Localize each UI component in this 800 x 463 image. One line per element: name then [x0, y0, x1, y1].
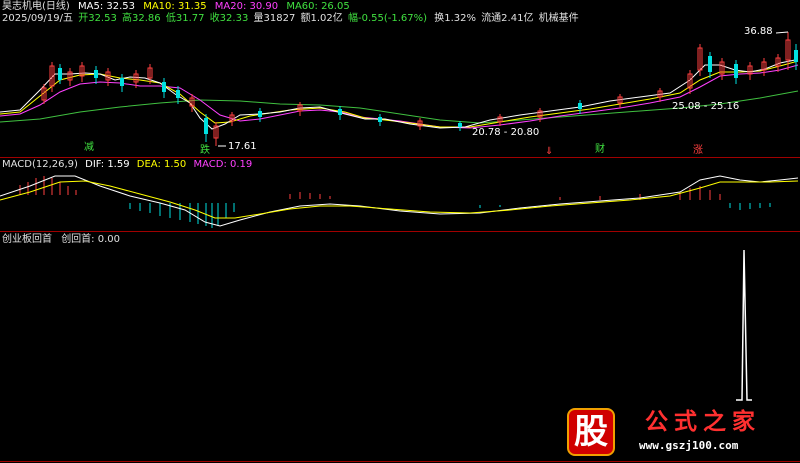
ma5-line	[0, 59, 796, 130]
indicator-header: 创业板回首 创回首: 0.00	[2, 234, 125, 246]
ma10-line	[0, 60, 799, 128]
watermark-logo: 股 公式之家 www.gszj100.com	[553, 408, 800, 463]
macd-header: MACD(12,26,9) DIF: 1.59 DEA: 1.50 MACD: …	[2, 159, 257, 171]
candlesticks	[41, 32, 798, 146]
signal-mark-3: ⇓	[545, 146, 554, 157]
macd-histogram	[19, 176, 771, 228]
indicator-value: 创回首: 0.00	[61, 234, 121, 245]
macd-title: MACD(12,26,9)	[2, 159, 78, 170]
high-pointer	[775, 31, 789, 34]
signal-mark-1: 减	[84, 142, 94, 153]
indicator-title: 创业板回首	[2, 234, 52, 245]
signal-mark-4: 财	[595, 144, 605, 155]
signal-mark-5: 涨	[693, 145, 703, 156]
range-label-2: 25.08 - 25.16	[672, 101, 740, 112]
macd-value: MACD: 0.19	[193, 159, 253, 170]
ma20-line	[0, 64, 799, 129]
signal-mark-2: 跌	[200, 145, 210, 156]
watermark-url: www.gszj100.com	[639, 439, 739, 452]
macd-dea-value: DEA: 1.50	[136, 159, 187, 170]
indicator-spike	[736, 249, 752, 401]
macd-dif-line	[0, 175, 799, 227]
watermark-logo-char: 股	[567, 408, 615, 456]
range-label-1: 20.78 - 20.80	[472, 127, 540, 138]
high-price-label: 36.88	[744, 26, 773, 37]
low-price-label: 17.61	[228, 141, 257, 152]
watermark-title: 公式之家	[645, 408, 761, 435]
macd-dea-line	[0, 180, 799, 219]
macd-dif-value: DIF: 1.59	[85, 159, 130, 170]
kline-chart-canvas[interactable]	[0, 0, 800, 463]
